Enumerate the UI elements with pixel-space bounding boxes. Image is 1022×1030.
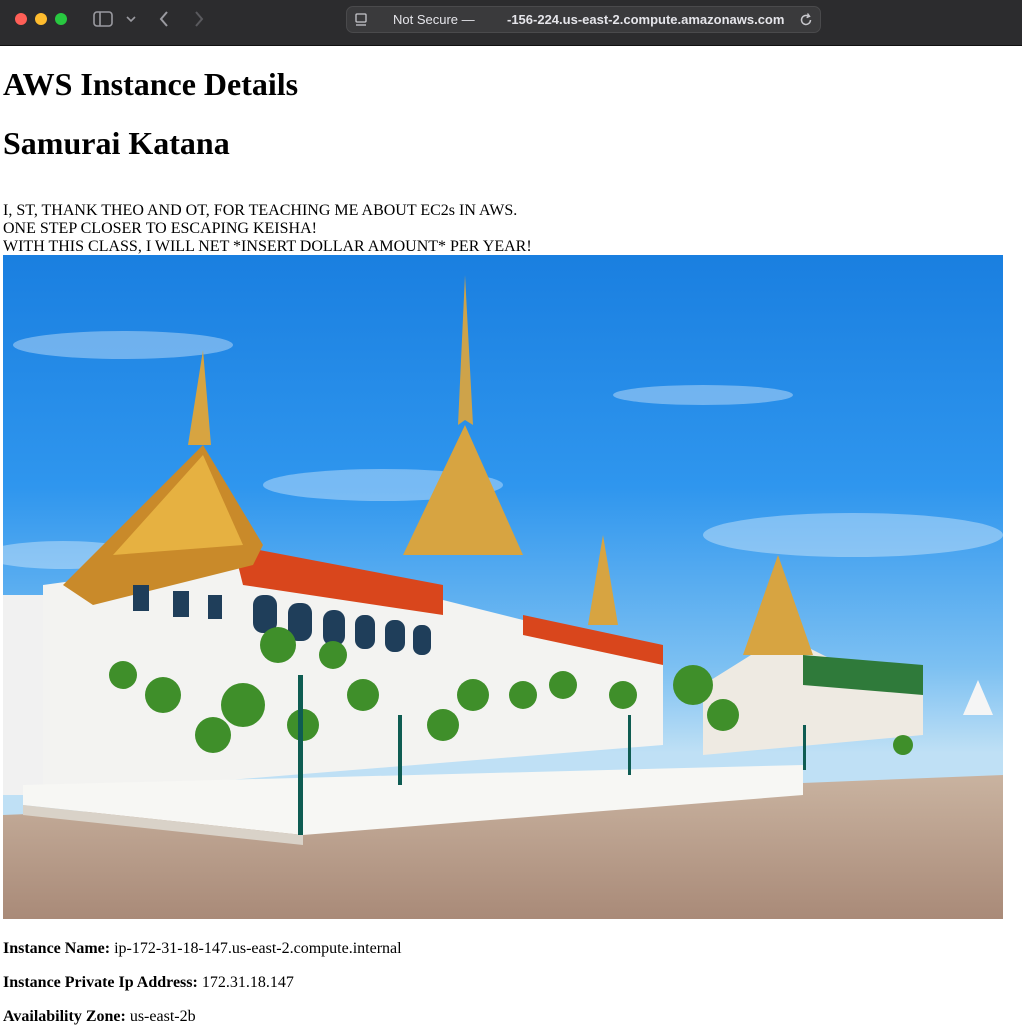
message-line: WITH THIS CLASS, I WILL NET *INSERT DOLL… — [3, 238, 532, 255]
close-window-button[interactable] — [15, 13, 27, 25]
page-title: AWS Instance Details — [3, 66, 299, 102]
message-line: I, ST, THANK THEO AND OT, FOR TEACHING M… — [3, 202, 518, 219]
chevron-down-icon[interactable] — [124, 8, 138, 30]
availability-zone-value: us-east-2b — [129, 1008, 196, 1025]
private-ip-value: 172.31.18.147 — [201, 974, 294, 991]
private-ip-row: Instance Private Ip Address: 172.31.18.1… — [3, 974, 294, 992]
instance-name-value: ip-172-31-18-147.us-east-2.compute.inter… — [114, 940, 402, 957]
url-text: -156-224.us-east-2.compute.amazonaws.com — [507, 12, 785, 27]
security-status: Not Secure — — [393, 12, 475, 27]
availability-zone-label: Availability Zone: — [3, 1008, 126, 1025]
sidebar-icon[interactable] — [92, 8, 114, 30]
address-bar[interactable]: Not Secure — -156-224.us-east-2.compute.… — [346, 6, 821, 33]
instance-name-row: Instance Name: ip-172-31-18-147.us-east-… — [3, 940, 402, 958]
redaction-block — [475, 12, 505, 28]
zoom-window-button[interactable] — [55, 13, 67, 25]
private-ip-label: Instance Private Ip Address: — [3, 974, 198, 991]
instance-name-label: Instance Name: — [3, 940, 111, 957]
message-text: I, ST, THANK THEO AND OT, FOR TEACHING M… — [3, 202, 532, 256]
forward-button[interactable] — [190, 8, 208, 30]
reload-icon[interactable] — [798, 12, 814, 28]
back-button[interactable] — [155, 8, 173, 30]
page-menu-icon[interactable] — [354, 12, 370, 28]
message-line: ONE STEP CLOSER TO ESCAPING KEISHA! — [3, 220, 317, 237]
page-subtitle: Samurai Katana — [3, 125, 230, 161]
availability-zone-row: Availability Zone: us-east-2b — [3, 1008, 196, 1026]
browser-toolbar: Not Secure — -156-224.us-east-2.compute.… — [0, 0, 1022, 46]
minimize-window-button[interactable] — [35, 13, 47, 25]
grand-palace-photo — [3, 255, 1003, 919]
